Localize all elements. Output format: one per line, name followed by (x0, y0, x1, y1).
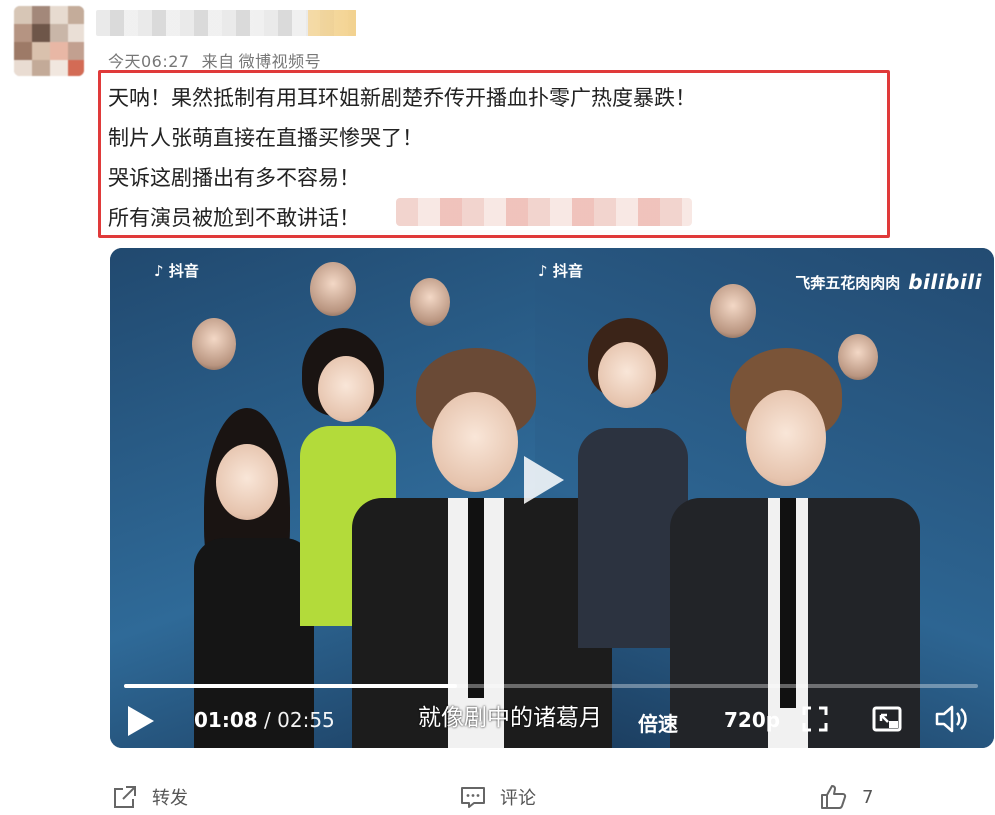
like-button[interactable]: 7 (820, 784, 873, 810)
share-icon (114, 786, 136, 808)
comment-button[interactable]: 评论 (460, 784, 536, 810)
douyin-watermark-2: ♪ 抖音 (538, 262, 583, 280)
post-actions: 转发 评论 7 (0, 770, 995, 815)
post-time: 今天06:27 (108, 52, 190, 71)
post-line: 天呐！果然抵制有用耳环姐新剧楚乔传开播血扑零广热度暴跌！ (108, 86, 696, 110)
resolution-button[interactable]: 720p (724, 708, 780, 732)
poster-face (310, 262, 356, 316)
fullscreen-icon[interactable] (802, 706, 828, 732)
post-meta: 今天06:27 来自 微博视频号 (108, 48, 333, 72)
blurred-text (396, 198, 692, 226)
username-blurred[interactable] (96, 10, 356, 36)
bilibili-logo: bilibili (908, 270, 982, 294)
poster-face (410, 278, 450, 326)
repost-label: 转发 (152, 788, 188, 809)
post-line: 制片人张萌直接在直播买惨哭了！ (108, 126, 423, 150)
post-line: 哭诉这剧播出有多不容易！ (108, 166, 360, 190)
person-man-right (670, 348, 920, 748)
avatar[interactable] (14, 6, 84, 76)
comment-icon (461, 787, 485, 808)
progress-fill (124, 684, 458, 688)
progress-bar[interactable] (124, 684, 978, 688)
douyin-logo-icon: ♪ (154, 262, 164, 280)
duration: 02:55 (277, 708, 335, 732)
poster-face (710, 284, 756, 338)
source-prefix: 来自 (201, 52, 235, 71)
current-time: 01:08 (194, 708, 258, 732)
comment-label: 评论 (500, 788, 536, 809)
like-count: 7 (862, 786, 874, 808)
player-controls: 01:08 / 02:55 倍速 720p (110, 692, 994, 748)
vip-badge-blurred (308, 10, 356, 36)
time-display: 01:08 / 02:55 (194, 708, 335, 732)
poster-face (192, 318, 236, 370)
douyin-logo-icon: ♪ (538, 262, 548, 280)
douyin-watermark: ♪ 抖音 (154, 262, 199, 280)
thumbs-up-icon (821, 785, 847, 809)
uploader-mark: 飞奔五花肉肉肉 (795, 273, 901, 292)
post-line: 所有演员被尬到不敢讲话！ (108, 206, 360, 230)
play-button[interactable] (124, 704, 154, 736)
center-play-icon[interactable] (520, 450, 566, 510)
repost-button[interactable]: 转发 (112, 784, 188, 810)
post-source[interactable]: 微博视频号 (239, 52, 322, 71)
speed-button[interactable]: 倍速 (638, 708, 678, 737)
volume-icon[interactable] (934, 704, 970, 734)
pip-icon[interactable] (872, 706, 902, 732)
bilibili-watermark: 飞奔五花肉肉肉 bilibili (795, 270, 982, 294)
